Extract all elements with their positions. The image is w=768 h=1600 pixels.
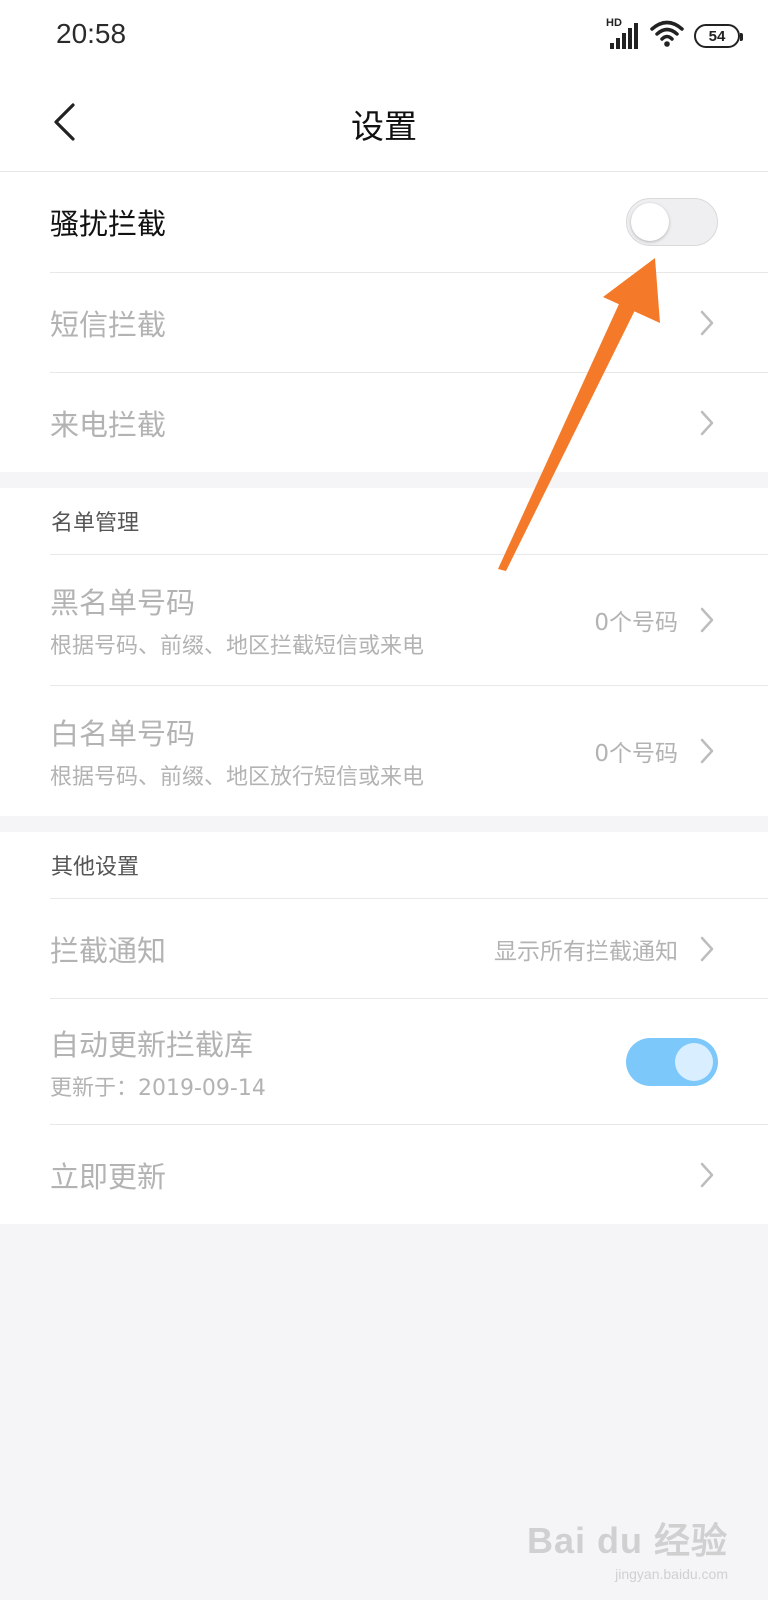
row-subtitle: 根据号码、前缀、地区放行短信或来电 bbox=[50, 765, 425, 790]
baidu-watermark: Bai du 经验 jingyan.baidu.com bbox=[527, 1512, 728, 1582]
watermark-main: Bai du 经验 bbox=[526, 1520, 728, 1561]
wifi-icon bbox=[650, 20, 684, 52]
row-harassment-interception[interactable]: 骚扰拦截 bbox=[50, 172, 768, 272]
row-subtitle: 根据号码、前缀、地区拦截短信或来电 bbox=[50, 634, 425, 659]
other-settings-group: 其他设置 拦截通知 显示所有拦截通知 自动更新拦截库 更新于：2019-09-1… bbox=[0, 832, 768, 1224]
row-whitelist[interactable]: 白名单号码 根据号码、前缀、地区放行短信或来电 0个号码 bbox=[50, 685, 768, 816]
chevron-right-icon bbox=[696, 308, 718, 338]
row-title: 拦截通知 bbox=[50, 933, 167, 968]
row-value: 显示所有拦截通知 bbox=[494, 938, 678, 965]
network-type-label: HD bbox=[606, 17, 622, 29]
chevron-right-icon bbox=[696, 736, 718, 766]
toggle-knob bbox=[631, 203, 669, 241]
row-update-now[interactable]: 立即更新 bbox=[50, 1124, 768, 1224]
status-bar: 20:58 HD 54 bbox=[0, 0, 768, 72]
list-management-group: 名单管理 黑名单号码 根据号码、前缀、地区拦截短信或来电 0个号码 白名单号码 … bbox=[0, 488, 768, 816]
battery-level: 54 bbox=[708, 27, 726, 45]
row-title: 来电拦截 bbox=[50, 407, 167, 442]
row-title: 黑名单号码 bbox=[50, 586, 196, 620]
chevron-right-icon bbox=[696, 408, 718, 438]
section-header-list-management: 名单管理 bbox=[51, 511, 140, 536]
row-blacklist[interactable]: 黑名单号码 根据号码、前缀、地区拦截短信或来电 0个号码 bbox=[50, 554, 768, 685]
row-interception-notification[interactable]: 拦截通知 显示所有拦截通知 bbox=[50, 898, 768, 998]
row-call-interception[interactable]: 来电拦截 bbox=[50, 372, 768, 472]
toggle-knob bbox=[675, 1042, 713, 1081]
row-title: 立即更新 bbox=[50, 1159, 167, 1194]
row-auto-update-library[interactable]: 自动更新拦截库 更新于：2019-09-14 bbox=[50, 998, 768, 1124]
row-title: 骚扰拦截 bbox=[50, 207, 167, 241]
row-title: 自动更新拦截库 bbox=[50, 1027, 254, 1062]
row-title: 短信拦截 bbox=[50, 307, 167, 342]
signal-icon: HD bbox=[606, 17, 640, 51]
row-value: 0个号码 bbox=[594, 610, 678, 636]
row-sms-interception[interactable]: 短信拦截 bbox=[50, 272, 768, 372]
row-subtitle: 更新于：2019-09-14 bbox=[50, 1075, 266, 1101]
watermark-sub: jingyan.baidu.com bbox=[615, 1566, 728, 1582]
row-value: 0个号码 bbox=[594, 741, 678, 767]
status-time: 20:58 bbox=[56, 18, 127, 49]
title-bar: 设置 bbox=[0, 72, 768, 172]
section-header-other-settings: 其他设置 bbox=[51, 855, 140, 880]
chevron-right-icon bbox=[696, 1160, 718, 1190]
harassment-interception-toggle[interactable] bbox=[626, 198, 718, 246]
status-icons: HD 54 bbox=[606, 17, 743, 54]
auto-update-toggle[interactable] bbox=[626, 1037, 718, 1086]
page-title: 设置 bbox=[351, 107, 417, 146]
chevron-right-icon bbox=[696, 605, 718, 635]
row-title: 白名单号码 bbox=[50, 717, 196, 751]
battery-icon: 54 bbox=[694, 24, 743, 48]
interception-group: 骚扰拦截 短信拦截 来电拦截 bbox=[0, 172, 768, 472]
chevron-right-icon bbox=[696, 934, 718, 964]
